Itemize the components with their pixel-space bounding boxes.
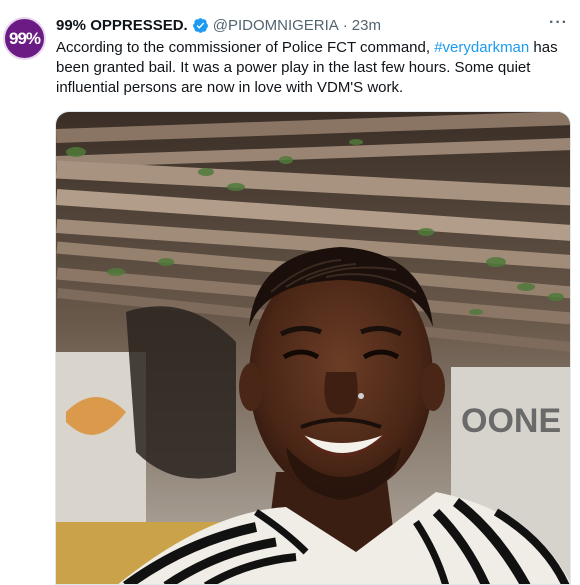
separator-dot: · (342, 16, 348, 34)
background-sign-text: OONE (461, 402, 561, 440)
avatar-label: 99% (8, 28, 41, 48)
tweet-header: 99% OPPRESSED. @PIDOMNIGERIA · 23m (56, 14, 566, 36)
tweet-text: According to the commissioner of Police … (56, 38, 571, 98)
verified-badge-icon (192, 17, 208, 33)
timestamp[interactable]: 23m (352, 17, 381, 34)
tweet-text-start: According to the commissioner of Police … (56, 39, 435, 56)
tweet[interactable]: 99% 99% OPPRESSED. @PIDOMNIGERIA · 23m ·… (0, 0, 580, 585)
handle[interactable]: @PIDOMNIGERIA (213, 17, 339, 34)
display-name[interactable]: 99% OPPRESSED. (56, 17, 188, 34)
hashtag-link[interactable]: #verydarkman (434, 39, 529, 56)
tweet-photo[interactable]: OONE (55, 111, 571, 585)
selfie-photo: OONE (56, 112, 570, 584)
more-options-icon[interactable]: ··· (549, 14, 568, 32)
avatar[interactable]: 99% (3, 17, 46, 60)
